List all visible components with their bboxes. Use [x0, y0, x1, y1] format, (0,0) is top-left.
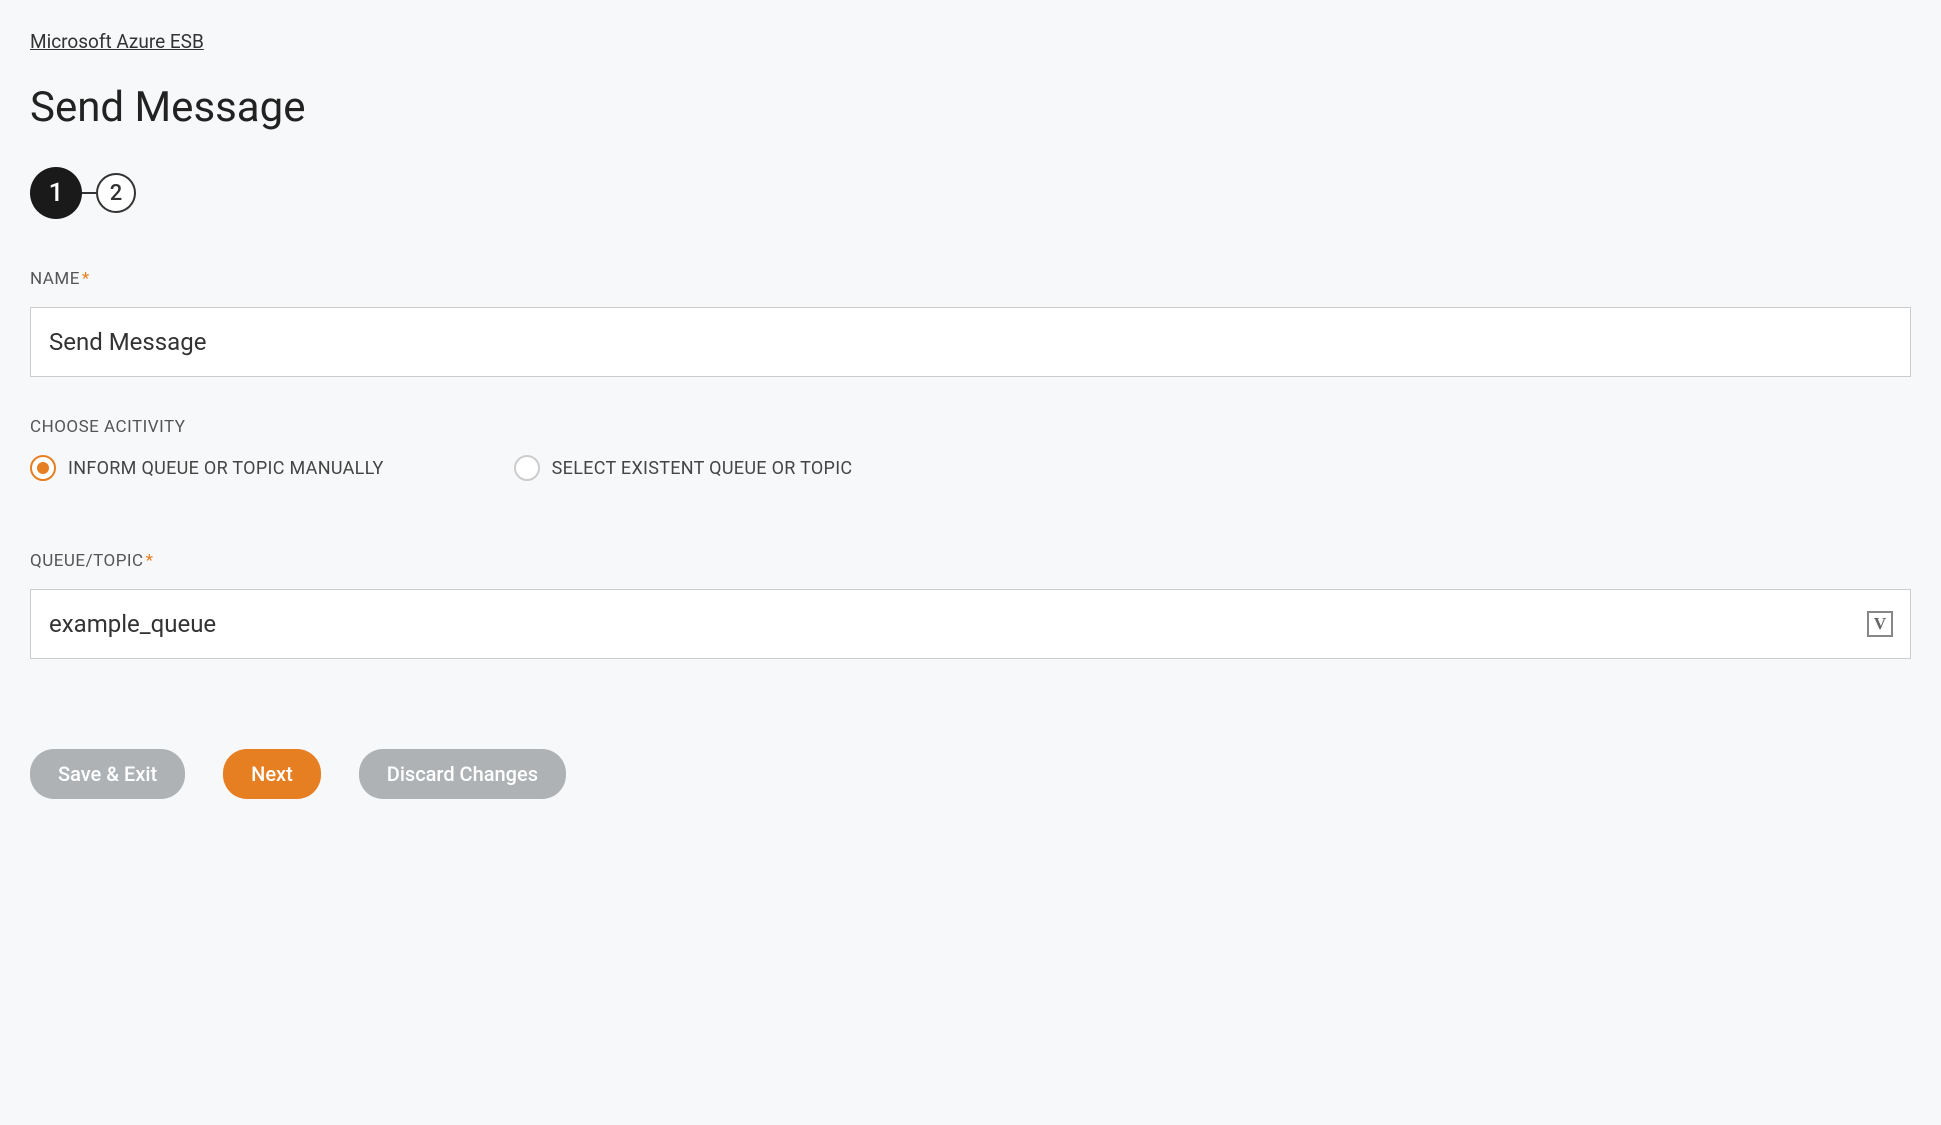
page-title: Send Message: [30, 83, 1911, 132]
save-exit-button[interactable]: Save & Exit: [30, 749, 185, 799]
breadcrumb-link[interactable]: Microsoft Azure ESB: [30, 30, 204, 53]
name-field-group: NAME*: [30, 269, 1911, 377]
required-asterisk: *: [82, 269, 90, 289]
queue-topic-label: QUEUE/TOPIC*: [30, 551, 1911, 571]
step-connector: [82, 192, 96, 194]
name-input[interactable]: [30, 307, 1911, 377]
next-button[interactable]: Next: [223, 749, 321, 799]
radio-circle-icon: [514, 455, 540, 481]
queue-topic-label-text: QUEUE/TOPIC: [30, 551, 144, 571]
discard-button[interactable]: Discard Changes: [359, 749, 566, 799]
queue-topic-input-wrapper: V: [30, 589, 1911, 659]
stepper: 1 2: [30, 167, 1911, 219]
queue-topic-input[interactable]: [30, 589, 1911, 659]
radio-circle-icon: [30, 455, 56, 481]
queue-topic-field-group: QUEUE/TOPIC* V: [30, 551, 1911, 659]
radio-option-select[interactable]: SELECT EXISTENT QUEUE OR TOPIC: [514, 455, 853, 481]
radio-label-manual: INFORM QUEUE OR TOPIC MANUALLY: [68, 458, 384, 479]
activity-label: CHOOSE ACITIVITY: [30, 417, 1911, 437]
activity-radio-group: INFORM QUEUE OR TOPIC MANUALLY SELECT EX…: [30, 455, 1911, 481]
button-row: Save & Exit Next Discard Changes: [30, 749, 1911, 799]
step-1[interactable]: 1: [30, 167, 82, 219]
radio-label-select: SELECT EXISTENT QUEUE OR TOPIC: [552, 458, 853, 479]
required-asterisk: *: [146, 551, 154, 571]
step-2[interactable]: 2: [96, 173, 136, 213]
name-label-text: NAME: [30, 269, 80, 289]
activity-field-group: CHOOSE ACITIVITY INFORM QUEUE OR TOPIC M…: [30, 417, 1911, 481]
radio-option-manual[interactable]: INFORM QUEUE OR TOPIC MANUALLY: [30, 455, 384, 481]
name-label: NAME*: [30, 269, 1911, 289]
